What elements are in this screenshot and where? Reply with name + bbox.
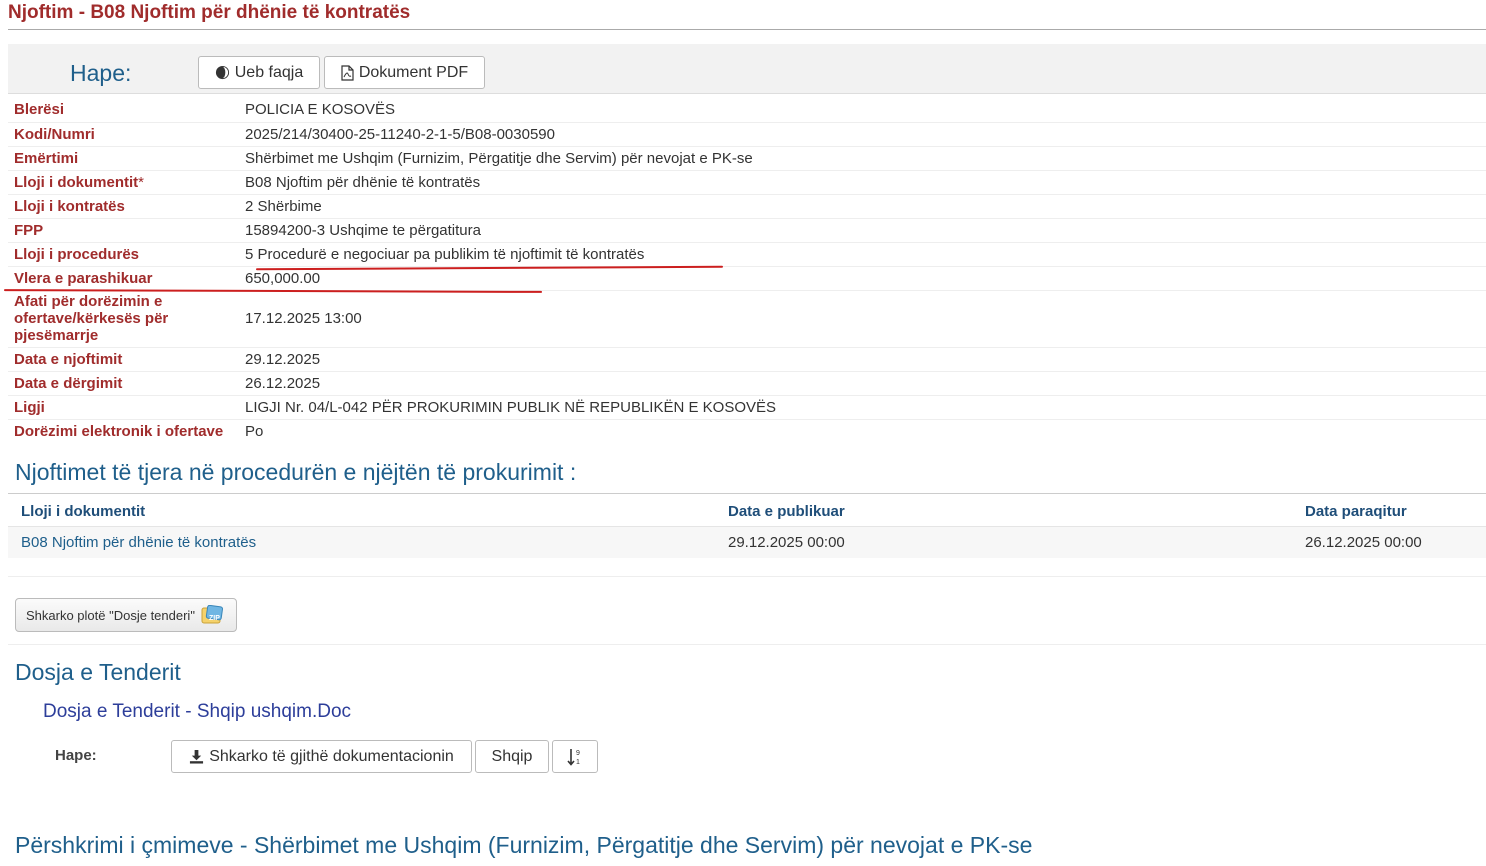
- detail-value: B08 Njoftim për dhënie të kontratës: [245, 169, 1486, 194]
- open-label-small: Hape:: [55, 747, 97, 764]
- column-header-published-date: Data e publikuar: [728, 502, 845, 520]
- published-date-cell: 29.12.2025 00:00: [715, 526, 1292, 558]
- column-header-document-type: Lloji i dokumentit: [21, 502, 146, 520]
- pdf-document-button[interactable]: Dokument PDF: [324, 56, 485, 89]
- divider: [8, 644, 1486, 645]
- detail-row-cpv: FPP 15894200-3 Ushqime te përgatitura: [8, 217, 1486, 242]
- detail-value: 15894200-3 Ushqime te përgatitura: [245, 217, 1486, 242]
- notice-link[interactable]: B08 Njoftim për dhënie të kontratës: [21, 534, 256, 551]
- language-label: Shqip: [491, 747, 533, 765]
- download-all-label: Shkarko të gjithë dokumentacionin: [209, 747, 454, 765]
- download-icon: [189, 749, 204, 764]
- detail-label: Emërtimi: [8, 145, 245, 170]
- detail-value: Po: [245, 418, 1486, 443]
- submitted-date-cell: 26.12.2025 00:00: [1292, 526, 1486, 558]
- other-notices-title: Njoftimet të tjera në procedurën e njëjt…: [15, 459, 577, 485]
- download-zip-label: Shkarko plotë "Dosje tenderi": [26, 607, 195, 623]
- divider: [8, 576, 1486, 577]
- detail-label: Lloji i kontratës: [8, 193, 245, 218]
- table-row: B08 Njoftim për dhënie të kontratës 29.1…: [8, 526, 1486, 558]
- detail-label: FPP: [8, 217, 245, 242]
- detail-row-buyer: Blerësi POLICIA E KOSOVËS: [8, 98, 1486, 122]
- detail-label: Data e njoftimit: [8, 346, 245, 371]
- detail-label: Afati për dorëzimin e ofertave/kërkesës …: [8, 289, 245, 347]
- detail-row-sent-date: Data e dërgimit 26.12.2025: [8, 370, 1486, 395]
- detail-row-name: Emërtimi Shërbimet me Ushqim (Furnizim, P…: [8, 145, 1486, 170]
- detail-value: 26.12.2025: [245, 370, 1486, 395]
- pdf-file-icon: [341, 64, 354, 81]
- zip-archive-icon: ZIP: [201, 605, 223, 625]
- detail-row-notice-date: Data e njoftimit 29.12.2025: [8, 346, 1486, 371]
- detail-row-procedure-type: Lloji i procedurës 5 Procedurë e negociua…: [8, 241, 1486, 266]
- open-bar: Hape: Ueb faqja Dokument PDF: [8, 44, 1486, 94]
- download-tender-zip-button[interactable]: Shkarko plotë "Dosje tenderi" ZIP: [15, 598, 237, 632]
- web-page-button[interactable]: Ueb faqja: [198, 56, 320, 89]
- sort-numeric-icon: 91: [567, 748, 583, 766]
- open-label: Hape:: [70, 60, 132, 86]
- detail-row-code: Kodi/Numri 2025/214/30400-25-11240-2-1-5/…: [8, 121, 1486, 146]
- detail-label: Lloji i dokumentit*: [8, 169, 245, 194]
- detail-value: Shërbimet me Ushqim (Furnizim, Përgatitj…: [245, 145, 1486, 170]
- details-table: Blerësi POLICIA E KOSOVËS Kodi/Numri 2025/…: [8, 98, 1486, 443]
- detail-row-law: Ligji LIGJI Nr. 04/L-042 PËR PROKURIMIN P…: [8, 394, 1486, 419]
- detail-label: Blerësi: [14, 101, 65, 119]
- detail-row-deadline: Afati për dorëzimin e ofertave/kërkesës …: [8, 289, 1486, 347]
- detail-value: 650,000.00: [245, 265, 1486, 290]
- web-page-label: Ueb faqja: [234, 63, 304, 81]
- detail-value: 2025/214/30400-25-11240-2-1-5/B08-003059…: [245, 121, 1486, 146]
- sort-numeric-button[interactable]: 91: [552, 740, 598, 773]
- detail-label-text: Lloji i dokumentit: [14, 173, 139, 191]
- detail-value: 17.12.2025 13:00: [245, 289, 1486, 347]
- zip-icon-text: ZIP: [209, 615, 220, 622]
- required-mark: *: [138, 173, 145, 191]
- download-all-documents-button[interactable]: Shkarko të gjithë dokumentacionin: [171, 740, 472, 773]
- detail-value: 29.12.2025: [245, 346, 1486, 371]
- table-header-row: Lloji i dokumentit Data e publikuar Data…: [8, 496, 1486, 527]
- web-icon: [215, 65, 230, 80]
- svg-text:9: 9: [576, 750, 580, 757]
- detail-label: Vlera e parashikuar: [8, 265, 245, 290]
- detail-label: Data e dërgimit: [8, 370, 245, 395]
- detail-value: POLICIA E KOSOVËS: [245, 101, 396, 119]
- language-albanian-button[interactable]: Shqip: [475, 740, 549, 773]
- detail-label: Ligji: [8, 394, 245, 419]
- tender-document-link[interactable]: Dosja e Tenderit - Shqip ushqim.Doc: [43, 701, 351, 723]
- pdf-document-label: Dokument PDF: [358, 63, 469, 81]
- notice-cell: B08 Njoftim për dhënie të kontratës: [8, 526, 715, 558]
- detail-value: LIGJI Nr. 04/L-042 PËR PROKURIMIN PUBLIK…: [245, 394, 1486, 419]
- other-notices-divider: [8, 493, 1486, 494]
- page-title: Njoftim - B08 Njoftim për dhënie të kont…: [8, 2, 411, 23]
- detail-row-document-type: Lloji i dokumentit* B08 Njoftim për dhëni…: [8, 169, 1486, 194]
- detail-row-estimated-value: Vlera e parashikuar 650,000.00: [8, 265, 1486, 290]
- title-divider: [8, 29, 1486, 30]
- detail-row-electronic-submission: Dorëzimi elektronik i ofertave Po: [8, 418, 1486, 443]
- detail-label: Lloji i procedurës: [8, 241, 245, 266]
- detail-value: 5 Procedurë e negociuar pa publikim të n…: [245, 241, 1486, 266]
- detail-value: 2 Shërbime: [245, 193, 1486, 218]
- detail-label: Dorëzimi elektronik i ofertave: [8, 418, 245, 443]
- other-notices-table: Lloji i dokumentit Data e publikuar Data…: [8, 496, 1486, 558]
- svg-text:1: 1: [576, 759, 580, 766]
- tender-file-title: Dosja e Tenderit: [15, 659, 181, 685]
- detail-row-contract-type: Lloji i kontratës 2 Shërbime: [8, 193, 1486, 218]
- price-description-title: Përshkrimi i çmimeve - Shërbimet me Ushq…: [15, 832, 1033, 858]
- column-header-submitted-date: Data paraqitur: [1305, 502, 1407, 520]
- detail-label: Kodi/Numri: [8, 121, 245, 146]
